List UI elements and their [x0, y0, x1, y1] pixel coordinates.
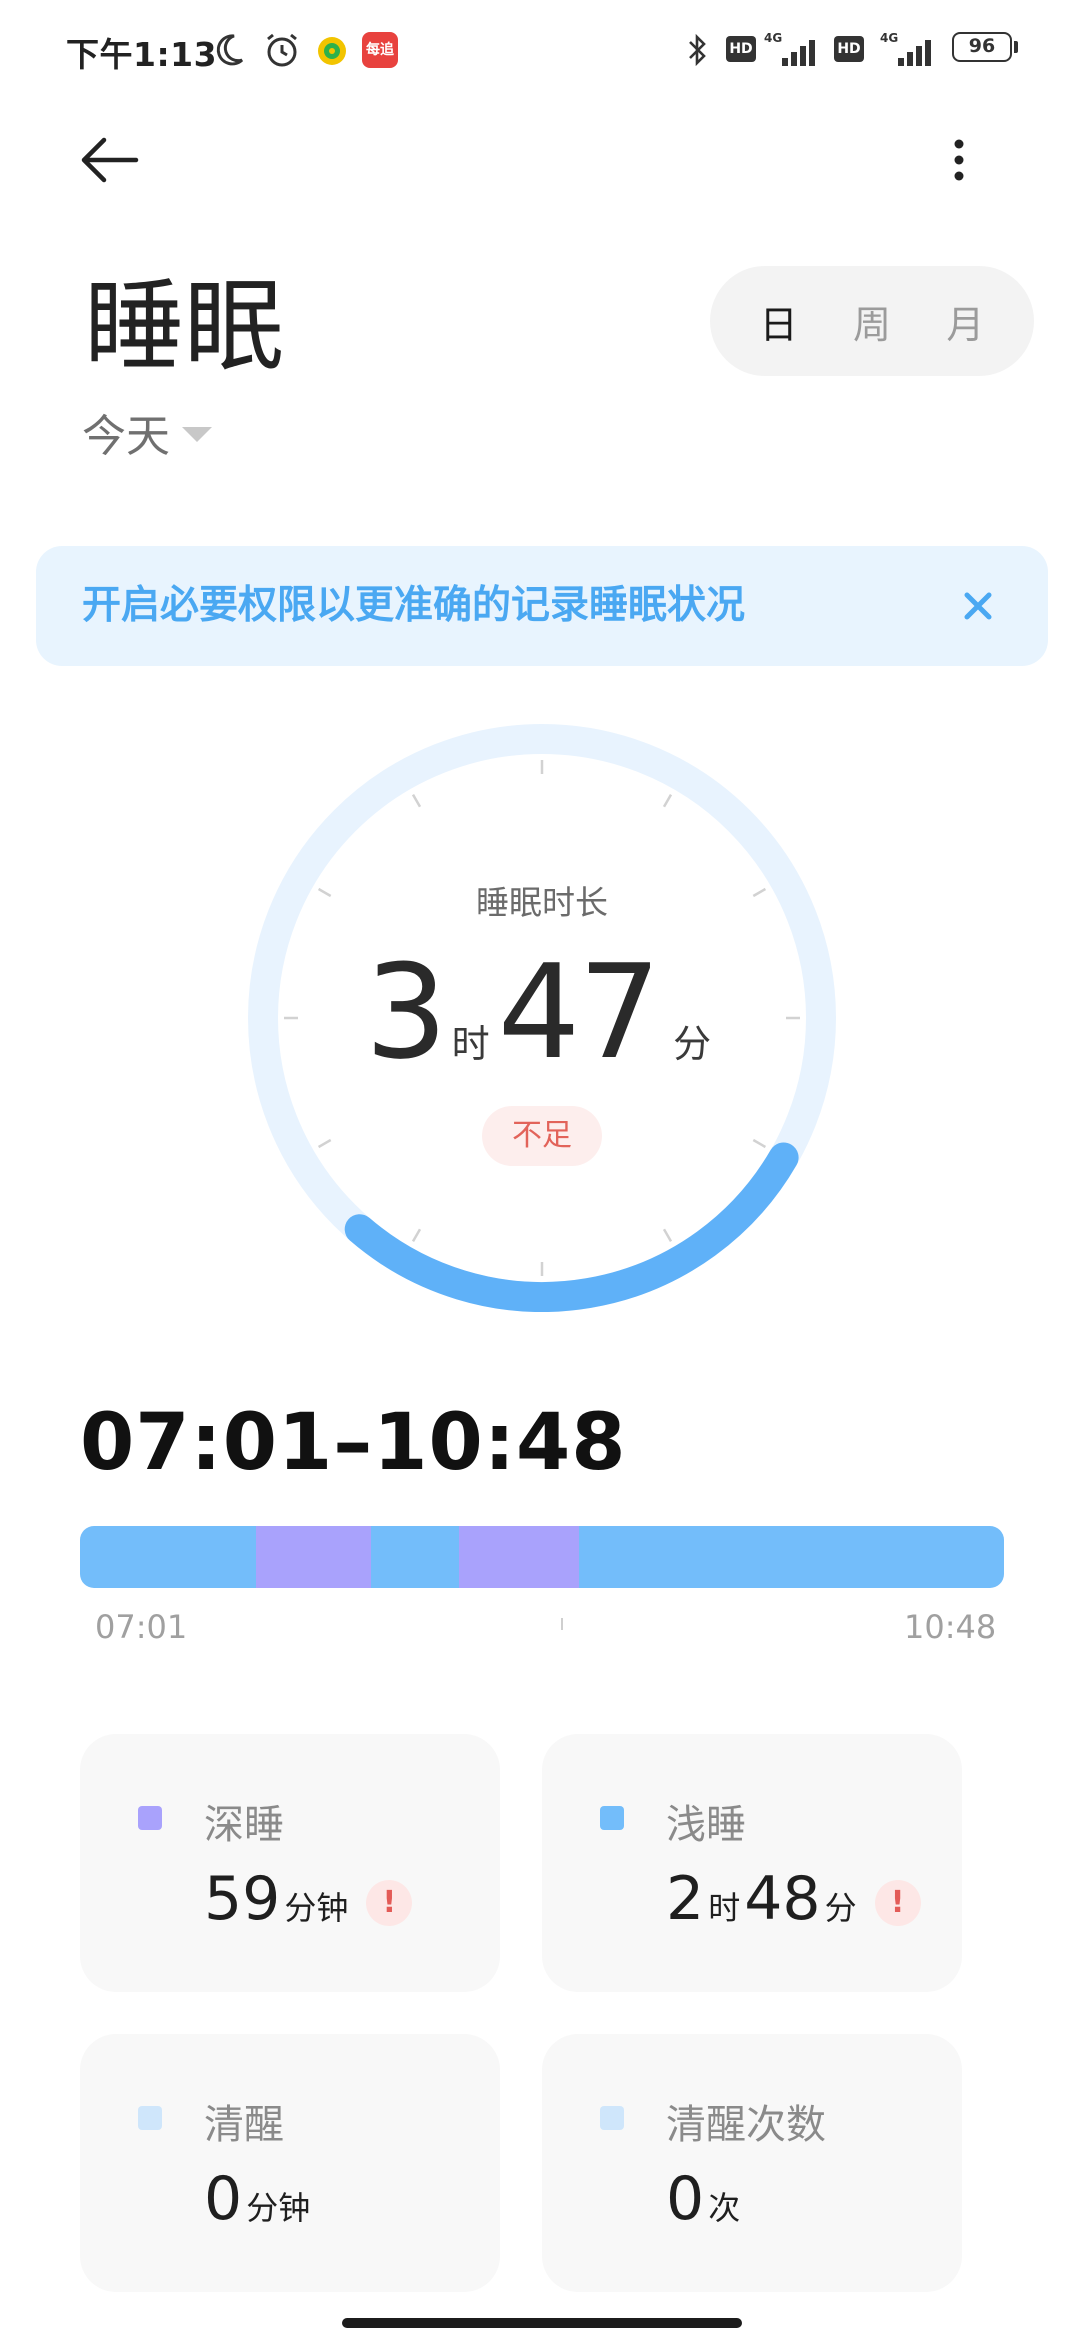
sleep-segment-light [578, 1526, 1004, 1588]
duration-hours-unit: 时 [451, 1022, 490, 1066]
page-title: 睡眠 [84, 268, 284, 385]
home-indicator[interactable] [342, 2318, 742, 2328]
svg-text:4G: 4G [764, 31, 782, 45]
stat-number: 0 [666, 2164, 705, 2234]
bar-midpoint-tick [561, 1618, 563, 1630]
signal-4g-icon: 4G [764, 31, 815, 66]
stat-title: 清醒 [204, 2102, 284, 2148]
tab-week[interactable]: 周 [839, 284, 905, 359]
stat-value: 0 分钟 [204, 2164, 314, 2234]
svg-text:4G: 4G [880, 31, 898, 45]
status-time: 下午1:13 [66, 35, 218, 74]
stat-value: 0次 [666, 2164, 744, 2234]
stat-unit: 分钟 [246, 2189, 311, 2227]
stat-number: 0 [204, 2164, 243, 2234]
tab-day[interactable]: 日 [746, 284, 812, 359]
status-bar: 下午1:13 每追 HD 4G HD 4G 96 [0, 0, 1080, 100]
duration-value: 3 时 47 分 [248, 942, 836, 1082]
timeline-end: 10:48 [904, 1608, 997, 1646]
stat-title: 深睡 [204, 1802, 284, 1848]
stat-title: 浅睡 [666, 1802, 746, 1848]
arrow-left-icon [81, 137, 139, 183]
stat-card-light-sleep[interactable]: 浅睡 2 时 48 分! [542, 1734, 962, 1992]
signal-4g-icon-2: 4G [880, 31, 931, 66]
duration-minutes: 47 [497, 936, 661, 1088]
more-vertical-icon [954, 139, 964, 181]
caret-down-icon [182, 426, 212, 442]
sleep-segment-light [371, 1526, 459, 1588]
stat-title: 清醒次数 [666, 2102, 826, 2148]
close-icon [964, 592, 992, 620]
battery-icon: 96 [952, 32, 1012, 62]
stat-unit: 分 [824, 1889, 857, 1927]
stat-card-awake-count[interactable]: 清醒次数 0次 [542, 2034, 962, 2292]
stat-card-awake[interactable]: 清醒 0 分钟 [80, 2034, 500, 2292]
do-not-disturb-icon [216, 34, 244, 66]
light-sleep-swatch [600, 1806, 624, 1830]
duration-minutes-unit: 分 [673, 1022, 712, 1066]
sleep-stage-bar[interactable] [80, 1526, 1004, 1588]
stat-number: 48 [744, 1864, 821, 1934]
stat-unit: 分钟 [284, 1889, 349, 1927]
battery-cap [1014, 41, 1018, 53]
exclamation-icon[interactable]: ! [874, 1880, 921, 1926]
music-app-icon [318, 37, 346, 65]
timeline-start: 07:01 [95, 1608, 188, 1646]
tab-month[interactable]: 月 [932, 284, 998, 359]
stat-card-deep-sleep[interactable]: 深睡 59 分钟! [80, 1734, 500, 1992]
more-options-button[interactable] [930, 130, 990, 190]
stat-unit: 次 [708, 2189, 741, 2227]
sleep-time-range: 07:01–10:48 [80, 1398, 627, 1488]
duration-label: 睡眠时长 [476, 883, 608, 922]
deep-sleep-swatch [138, 1806, 162, 1830]
hd-icon-2: HD [834, 36, 864, 62]
stat-value: 2 时 48 分! [666, 1864, 921, 1934]
date-selector[interactable]: 今天 [82, 402, 212, 462]
sleep-page: 下午1:13 每追 HD 4G HD 4G 96 睡眠 今天 日 周 月 开启必… [0, 0, 1080, 2340]
stat-unit: 时 [708, 1889, 741, 1927]
stat-number: 59 [204, 1864, 281, 1934]
stat-value: 59 分钟! [204, 1864, 413, 1934]
status-badge: 不足 [482, 1106, 602, 1166]
bluetooth-icon [689, 33, 706, 67]
hd-icon: HD [726, 36, 756, 62]
permission-banner-text: 开启必要权限以更准确的记录睡眠状况 [82, 583, 746, 628]
back-button[interactable] [70, 130, 150, 190]
ring-center: 睡眠时长 3 时 47 分 不足 [248, 724, 836, 1312]
reader-app-icon: 每追 [362, 32, 398, 68]
awake-count-swatch [600, 2106, 624, 2130]
stat-number: 2 [666, 1864, 705, 1934]
awake-swatch [138, 2106, 162, 2130]
exclamation-icon[interactable]: ! [366, 1880, 413, 1926]
banner-close-button[interactable] [954, 582, 1002, 630]
alarm-icon [267, 33, 297, 67]
duration-hours: 3 [364, 936, 448, 1088]
sleep-duration-ring: 睡眠时长 3 时 47 分 不足 [248, 724, 836, 1312]
sleep-segment-deep [458, 1526, 579, 1588]
date-selector-label: 今天 [82, 411, 170, 462]
period-segmented-control: 日 周 月 [710, 266, 1034, 376]
permission-banner[interactable]: 开启必要权限以更准确的记录睡眠状况 [36, 546, 1048, 666]
sleep-segment-deep [255, 1526, 372, 1588]
sleep-segment-light [80, 1526, 256, 1588]
